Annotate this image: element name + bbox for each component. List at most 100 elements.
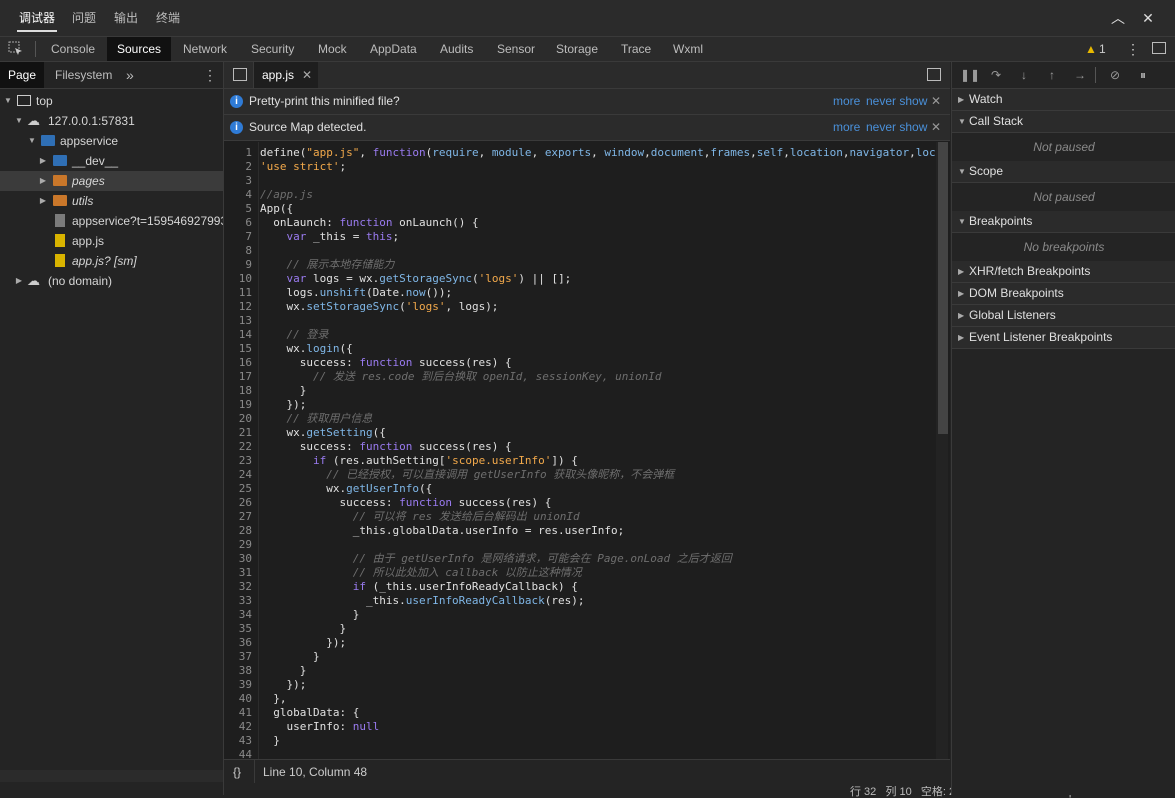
line-number[interactable]: 10 [224,272,252,286]
line-number[interactable]: 3 [224,174,252,188]
code-line[interactable]: 30 // 由于 getUserInfo 是网络请求，可能会在 Page.onL… [224,552,936,566]
line-number[interactable]: 11 [224,286,252,300]
section-xhr-breakpoints[interactable]: ▶ XHR/fetch Breakpoints [952,261,1175,283]
line-number[interactable]: 40 [224,692,252,706]
code-line[interactable]: 11 logs.unshift(Date.now()); [224,286,936,300]
line-number[interactable]: 42 [224,720,252,734]
pause-icon[interactable]: ❚❚ [960,67,980,83]
code-line[interactable]: 13 [224,314,936,328]
section-global-listeners[interactable]: ▶ Global Listeners [952,305,1175,327]
more-tabs-icon[interactable]: » [126,62,134,88]
code-line[interactable]: 36 }); [224,636,936,650]
line-number[interactable]: 6 [224,216,252,230]
line-number[interactable]: 27 [224,510,252,524]
line-number[interactable]: 1 [224,146,252,160]
more-link[interactable]: more [833,89,860,114]
code-line[interactable]: 20 // 获取用户信息 [224,412,936,426]
code-line[interactable]: 38 } [224,664,936,678]
line-number[interactable]: 5 [224,202,252,216]
code-line[interactable]: 27 // 可以将 res 发送给后台解码出 unionId [224,510,936,524]
line-number[interactable]: 14 [224,328,252,342]
tab-audits[interactable]: Audits [433,37,480,61]
code-line[interactable]: 18 } [224,384,936,398]
section-event-listener-breakpoints[interactable]: ▶ Event Listener Breakpoints [952,327,1175,349]
line-number[interactable]: 8 [224,244,252,258]
warning-icon[interactable]: ▲ [1085,37,1097,61]
code-line[interactable]: 26 success: function success(res) { [224,496,936,510]
dock-side-icon[interactable] [1152,42,1166,54]
step-into-icon[interactable]: ↓ [1016,67,1032,83]
line-number[interactable]: 39 [224,678,252,692]
line-number[interactable]: 9 [224,258,252,272]
code-line[interactable]: 28 _this.globalData.userInfo = res.userI… [224,524,936,538]
tab-network[interactable]: Network [176,37,234,61]
pretty-print-button[interactable]: {} [233,760,241,784]
code-line[interactable]: 7 var _this = this; [224,230,936,244]
code-line[interactable]: 22 success: function success(res) { [224,440,936,454]
code-line[interactable]: 44 [224,748,936,759]
code-line[interactable]: 2 'use strict'; [224,160,936,174]
line-number[interactable]: 38 [224,664,252,678]
line-number[interactable]: 18 [224,384,252,398]
tree-item-appjs[interactable]: app.js [0,231,223,251]
tab-output[interactable]: 输出 [114,0,138,36]
line-number[interactable]: 23 [224,454,252,468]
step-out-icon[interactable]: ↑ [1044,67,1060,83]
tree-item-host[interactable]: ▼ ☁ 127.0.0.1:57831 [0,111,223,131]
line-number[interactable]: 17 [224,370,252,384]
line-number[interactable]: 36 [224,636,252,650]
tab-console[interactable]: Console [44,37,102,61]
close-icon[interactable]: ✕ [931,89,941,114]
close-tab-icon[interactable]: ✕ [302,62,312,88]
code-line[interactable]: 25 wx.getUserInfo({ [224,482,936,496]
tree-item-pages[interactable]: ▶ pages [0,171,223,191]
tab-wxml[interactable]: Wxml [666,37,710,61]
tab-page[interactable]: Page [0,62,45,88]
line-number[interactable]: 30 [224,552,252,566]
line-number[interactable]: 16 [224,356,252,370]
tab-appdata[interactable]: AppData [363,37,424,61]
tab-trace[interactable]: Trace [614,37,658,61]
line-number[interactable]: 29 [224,538,252,552]
code-line[interactable]: 6 onLaunch: function onLaunch() { [224,216,936,230]
tree-item-no-domain[interactable]: ▶ ☁ (no domain) [0,271,223,291]
code-line[interactable]: 40 }, [224,692,936,706]
code-line[interactable]: 3 [224,174,936,188]
line-number[interactable]: 32 [224,580,252,594]
code-line[interactable]: 19 }); [224,398,936,412]
code-line[interactable]: 33 _this.userInfoReadyCallback(res); [224,594,936,608]
line-number[interactable]: 25 [224,482,252,496]
line-number[interactable]: 35 [224,622,252,636]
line-number[interactable]: 33 [224,594,252,608]
step-over-icon[interactable]: ↷ [988,67,1004,83]
section-call-stack[interactable]: ▼ Call Stack [952,111,1175,133]
line-number[interactable]: 19 [224,398,252,412]
code-line[interactable]: 1 define("app.js", function(require, modu… [224,146,936,160]
code-line[interactable]: 29 [224,538,936,552]
line-number[interactable]: 15 [224,342,252,356]
line-number[interactable]: 44 [224,748,252,759]
toggle-navigator-icon[interactable] [233,68,247,81]
code-line[interactable]: 43 } [224,734,936,748]
inspect-element-icon[interactable] [8,41,24,57]
tab-mock[interactable]: Mock [311,37,354,61]
tab-sources[interactable]: Sources [107,37,172,61]
line-number[interactable]: 43 [224,734,252,748]
code-area[interactable]: 1 define("app.js", function(require, modu… [224,142,936,759]
line-number[interactable]: 13 [224,314,252,328]
code-line[interactable]: 32 if (_this.userInfoReadyCallback) { [224,580,936,594]
horizontal-scrollbar[interactable] [0,770,223,782]
tab-terminal[interactable]: 终端 [156,0,180,36]
tab-filesystem[interactable]: Filesystem [48,62,119,88]
never-show-link[interactable]: never show [866,89,927,114]
toggle-debugger-icon[interactable] [927,68,941,81]
code-line[interactable]: 34 } [224,608,936,622]
code-line[interactable]: 16 success: function success(res) { [224,356,936,370]
tree-item-utils[interactable]: ▶ utils [0,191,223,211]
line-number[interactable]: 22 [224,440,252,454]
warning-count[interactable]: 1 [1099,37,1106,61]
tab-storage[interactable]: Storage [549,37,605,61]
close-icon[interactable]: ✕ [1140,10,1156,26]
code-line[interactable]: 12 wx.setStorageSync('logs', logs); [224,300,936,314]
line-number[interactable]: 34 [224,608,252,622]
